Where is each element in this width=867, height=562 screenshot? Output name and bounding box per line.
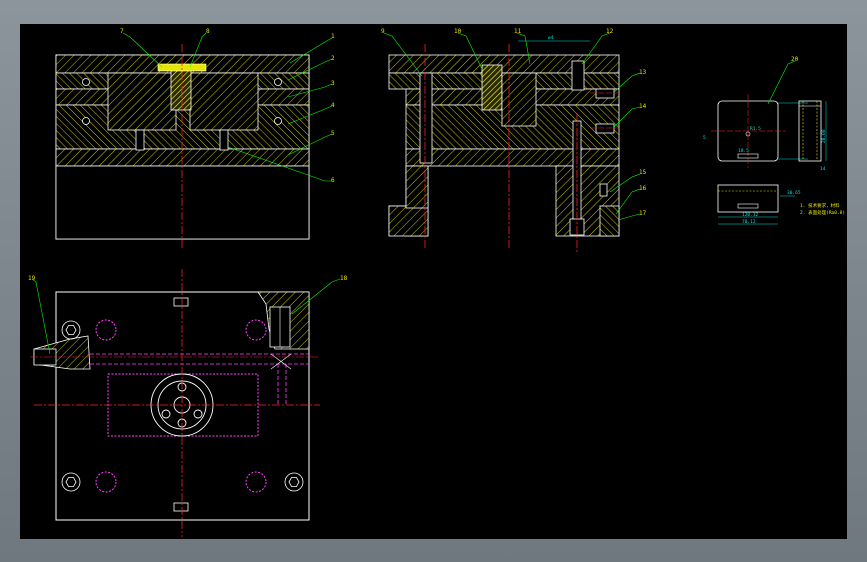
part-label-6: 6 bbox=[331, 177, 335, 184]
dimension-label-phi4: ø4 bbox=[548, 35, 554, 41]
part-label-17: 17 bbox=[639, 210, 647, 217]
dimension-label-30-65: 30.65 bbox=[787, 190, 801, 196]
part-label-19: 19 bbox=[28, 275, 36, 282]
cad-drawing-canvas[interactable]: 7 8 1 2 3 4 5 6 ø4 9 10 11 12 13 14 15 1… bbox=[20, 24, 847, 539]
dimension-label-20-08: 20.08 bbox=[821, 129, 827, 143]
part-label-2: 2 bbox=[331, 55, 335, 62]
part-label-7: 7 bbox=[120, 28, 124, 35]
dimension-label-70-12: 70.12 bbox=[742, 219, 756, 225]
part-label-1: 1 bbox=[331, 33, 335, 40]
part-label-18: 18 bbox=[340, 275, 348, 282]
part-label-15: 15 bbox=[639, 169, 647, 176]
part-detail-view: 18.5 R1.5 5 20.08 14 120.12 70.12 30.65 … bbox=[703, 56, 845, 225]
side-section-view: ø4 9 10 11 12 13 14 15 16 17 bbox=[381, 28, 647, 254]
part-label-13: 13 bbox=[639, 69, 647, 76]
part-label-3: 3 bbox=[331, 80, 335, 87]
dimension-label-14: 14 bbox=[820, 166, 826, 172]
tech-note-1: 1. 技术要求，材料 bbox=[800, 202, 840, 209]
part-label-4: 4 bbox=[331, 102, 335, 109]
part-label-14: 14 bbox=[639, 103, 647, 110]
dimension-label-r1-5: R1.5 bbox=[750, 126, 761, 132]
dimension-label-18-5: 18.5 bbox=[738, 148, 749, 154]
front-section-view: 7 8 1 2 3 4 5 6 bbox=[55, 28, 335, 249]
part-label-11: 11 bbox=[514, 28, 522, 35]
plan-view: 19 18 bbox=[28, 269, 348, 537]
part-label-20: 20 bbox=[791, 56, 799, 63]
part-label-9: 9 bbox=[381, 28, 385, 35]
dimension-label-120-12: 120.12 bbox=[742, 212, 759, 218]
part-label-8: 8 bbox=[206, 28, 210, 35]
dimension-label-5: 5 bbox=[703, 135, 706, 141]
cad-drawing-svg: 7 8 1 2 3 4 5 6 ø4 9 10 11 12 13 14 15 1… bbox=[28, 28, 845, 537]
part-label-10: 10 bbox=[454, 28, 462, 35]
part-label-12: 12 bbox=[606, 28, 614, 35]
part-label-16: 16 bbox=[639, 185, 647, 192]
part-label-5: 5 bbox=[331, 130, 335, 137]
tech-note-2: 2. 表面处理(Ra0.8) bbox=[800, 209, 845, 216]
